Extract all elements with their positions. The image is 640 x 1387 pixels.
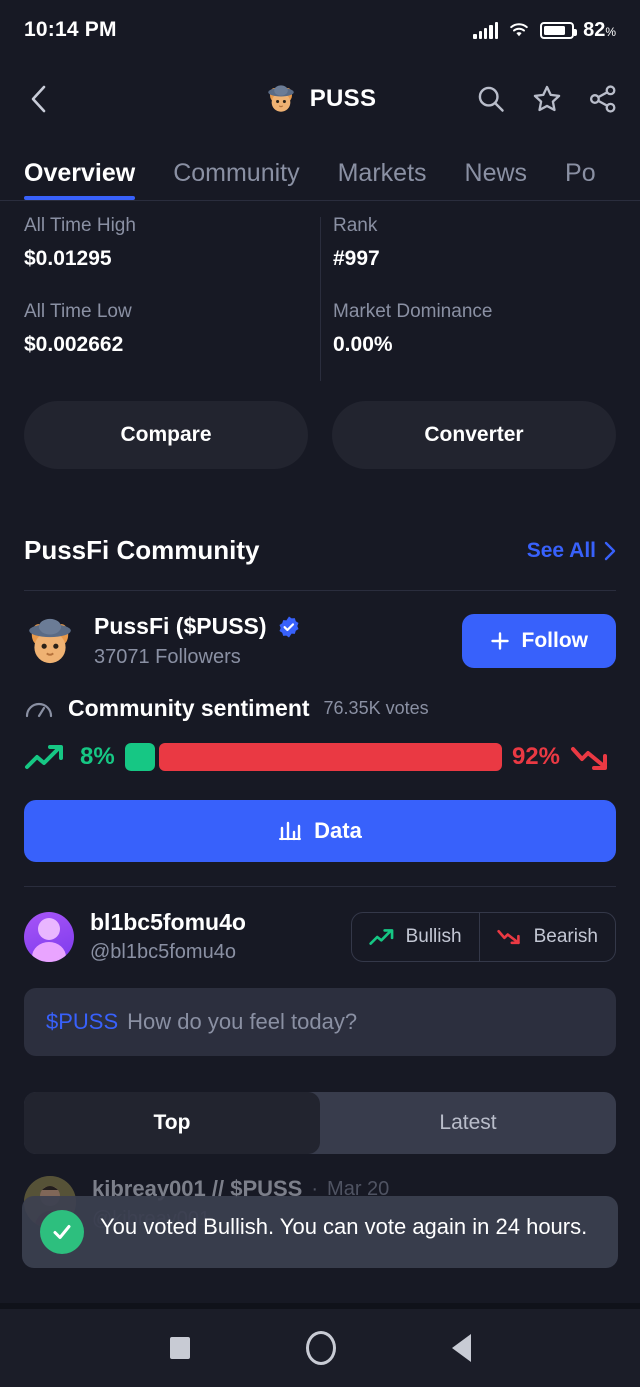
stat-all-time-low: All Time Low $0.002662: [24, 301, 289, 357]
toast-message: You voted Bullish. You can vote again in…: [100, 1214, 588, 1239]
stats-right-column: Rank #997 Market Dominance 0.00%: [307, 215, 616, 387]
community-section-header: PussFi Community See All: [0, 469, 640, 566]
sentiment-header: Community sentiment 76.35K votes: [0, 669, 640, 722]
profile-followers: 37071 Followers: [94, 646, 241, 668]
star-icon[interactable]: [532, 84, 562, 114]
sentiment-bar-bearish: [158, 743, 502, 771]
chevron-right-icon: [604, 541, 616, 560]
back-button[interactable]: [451, 1334, 471, 1362]
status-indicators: 82%: [473, 19, 616, 42]
bullish-label: Bullish: [405, 925, 462, 947]
signal-icon: [473, 21, 499, 39]
app-header: PUSS: [0, 60, 640, 138]
recents-button[interactable]: [169, 1337, 190, 1359]
post-input[interactable]: $PUSS How do you feel today?: [24, 988, 616, 1056]
data-button-label: Data: [314, 818, 362, 843]
profile-name: PussFi ($PUSS): [94, 613, 267, 639]
sentiment-votes: 76.35K votes: [323, 698, 429, 718]
stat-label: Market Dominance: [333, 301, 493, 322]
stat-rank: Rank #997: [333, 215, 598, 271]
status-bar: 10:14 PM 82%: [0, 0, 640, 60]
battery-percent: 82%: [583, 18, 616, 41]
follow-label: Follow: [521, 629, 589, 652]
profile-name-line: PussFi ($PUSS): [94, 613, 301, 640]
home-button[interactable]: [305, 1331, 336, 1365]
community-title: PussFi Community: [24, 535, 260, 565]
stats-grid: All Time High $0.01295 All Time Low $0.0…: [0, 201, 640, 393]
sentiment-bar-bullish: [124, 743, 155, 771]
share-icon[interactable]: [588, 84, 618, 114]
phone-screen: 10:14 PM 82% PUSS Overview Community Mar…: [0, 0, 640, 1387]
stat-label: All Time Low: [24, 301, 132, 322]
stat-value: $0.002662: [24, 333, 124, 356]
stat-value: $0.01295: [24, 247, 112, 270]
stat-value: #997: [333, 247, 380, 270]
see-all-link[interactable]: See All: [527, 539, 616, 563]
plus-icon: [490, 632, 509, 650]
tab-markets[interactable]: Markets: [338, 159, 427, 200]
utility-buttons: Compare Converter: [0, 393, 640, 469]
toast-notification: You voted Bullish. You can vote again in…: [22, 1196, 618, 1268]
trend-down-icon: [571, 747, 607, 770]
post-placeholder: How do you feel today?: [127, 1009, 358, 1034]
see-all-label: See All: [526, 538, 596, 562]
compare-button[interactable]: Compare: [24, 401, 308, 469]
trend-down-icon: [496, 929, 520, 944]
user-text: bl1bc5fomu4o @bl1bc5fomu4o: [90, 909, 246, 964]
sentiment-bar: [124, 743, 502, 771]
post-ticker: $PUSS: [46, 1009, 119, 1034]
stat-label: All Time High: [24, 215, 136, 236]
feed-tabs: Top Latest: [24, 1092, 616, 1154]
sentiment-bearish-percent: 92%: [511, 743, 560, 770]
stat-market-dominance: Market Dominance 0.00%: [333, 301, 598, 357]
sentiment-bullish-percent: 8%: [80, 743, 115, 770]
bearish-label: Bearish: [533, 925, 598, 947]
trend-up-icon: [25, 745, 63, 769]
status-time: 10:14 PM: [24, 18, 117, 41]
page-title: PUSS: [309, 85, 377, 112]
header-actions: [476, 84, 618, 114]
bearish-vote-button[interactable]: Bearish: [478, 912, 615, 961]
sentiment-title: Community sentiment: [68, 695, 310, 721]
profile-avatar: [24, 615, 76, 667]
android-nav-bar: [0, 1309, 640, 1387]
user-handle: @bl1bc5fomu4o: [90, 941, 236, 963]
section-tabs: Overview Community Markets News Po: [0, 138, 640, 200]
user-avatar: [24, 911, 74, 962]
check-circle-icon: [40, 1210, 84, 1254]
community-profile-row[interactable]: PussFi ($PUSS) 37071 Followers Follow: [0, 591, 640, 669]
tab-community[interactable]: Community: [173, 159, 299, 200]
bar-chart-icon: [279, 821, 302, 841]
profile-text: PussFi ($PUSS) 37071 Followers: [94, 613, 301, 669]
back-icon[interactable]: [22, 82, 56, 116]
search-icon[interactable]: [476, 84, 506, 114]
tab-portfolio[interactable]: Po: [565, 159, 596, 200]
user-vote-row: bl1bc5fomu4o @bl1bc5fomu4o Bullish Beari…: [0, 887, 640, 964]
converter-button[interactable]: Converter: [332, 401, 616, 469]
bullish-vote-button[interactable]: Bullish: [352, 913, 479, 961]
gauge-icon: [25, 702, 53, 717]
stat-value: 0.00%: [333, 333, 393, 356]
battery-icon: [540, 21, 578, 39]
feed-tab-latest[interactable]: Latest: [320, 1092, 616, 1154]
tab-news[interactable]: News: [465, 159, 528, 200]
sentiment-vote-control: Bullish Bearish: [350, 911, 616, 962]
sentiment-bar-row: 8% 92%: [0, 722, 640, 774]
user-name: bl1bc5fomu4o: [90, 909, 246, 935]
coin-avatar-icon: [264, 82, 298, 116]
stat-all-time-high: All Time High $0.01295: [24, 215, 289, 271]
trend-up-icon: [368, 928, 393, 945]
stats-left-column: All Time High $0.01295 All Time Low $0.0…: [24, 215, 307, 387]
tab-overview[interactable]: Overview: [24, 159, 136, 200]
verified-badge-icon: [279, 616, 299, 637]
stat-label: Rank: [333, 215, 378, 236]
data-button[interactable]: Data: [24, 800, 616, 862]
wifi-icon: [510, 23, 528, 37]
follow-button[interactable]: Follow: [461, 614, 616, 668]
feed-tab-top[interactable]: Top: [24, 1092, 320, 1154]
